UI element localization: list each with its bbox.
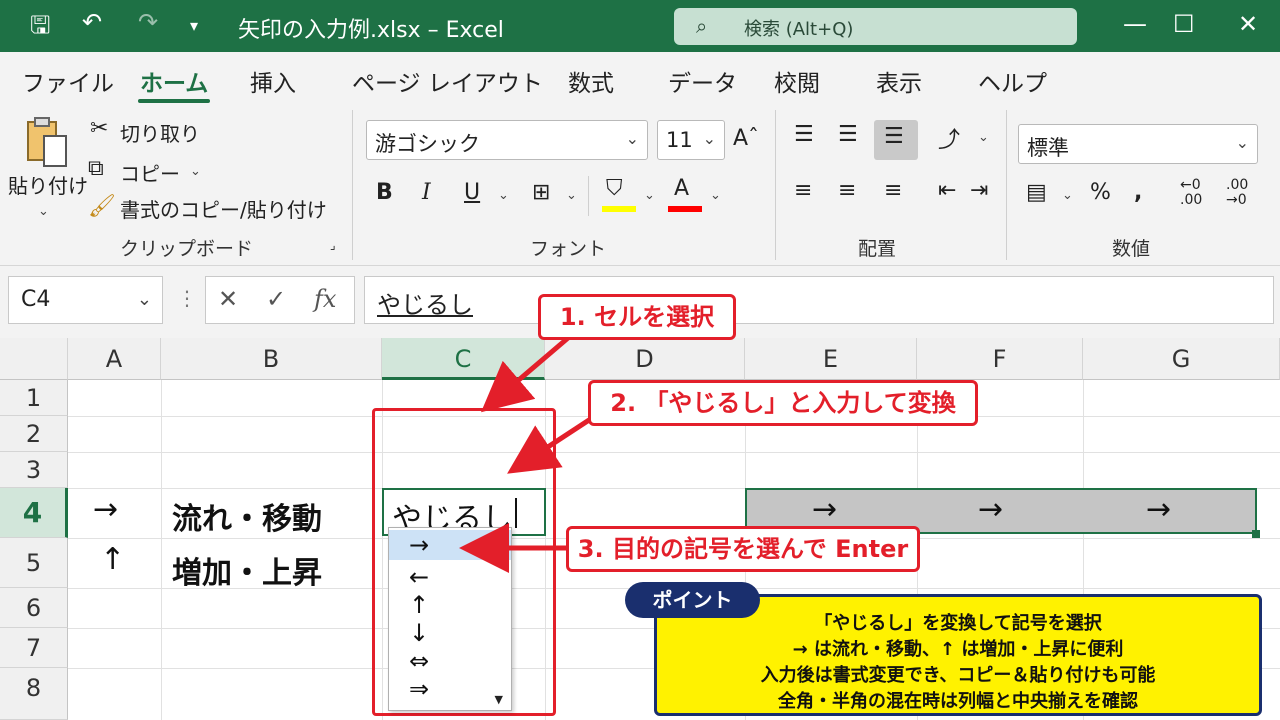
point-line-4: 全角・半角の混在時は列幅と中央揃えを確認 [778,691,1138,712]
callout-step3: 3. 目的の記号を選んで Enter [566,526,920,572]
point-line-2: → は流れ・移動、↑ は増加・上昇に便利 [792,639,1124,660]
callout-step1: 1. セルを選択 [538,294,736,340]
callout-step2: 2. 「やじるし」と入力して変換 [588,380,978,426]
point-tag: ポイント [625,582,760,618]
point-line-3: 入力後は書式変更でき、コピー＆貼り付けも可能 [760,665,1156,686]
arrow-step1 [480,336,570,413]
